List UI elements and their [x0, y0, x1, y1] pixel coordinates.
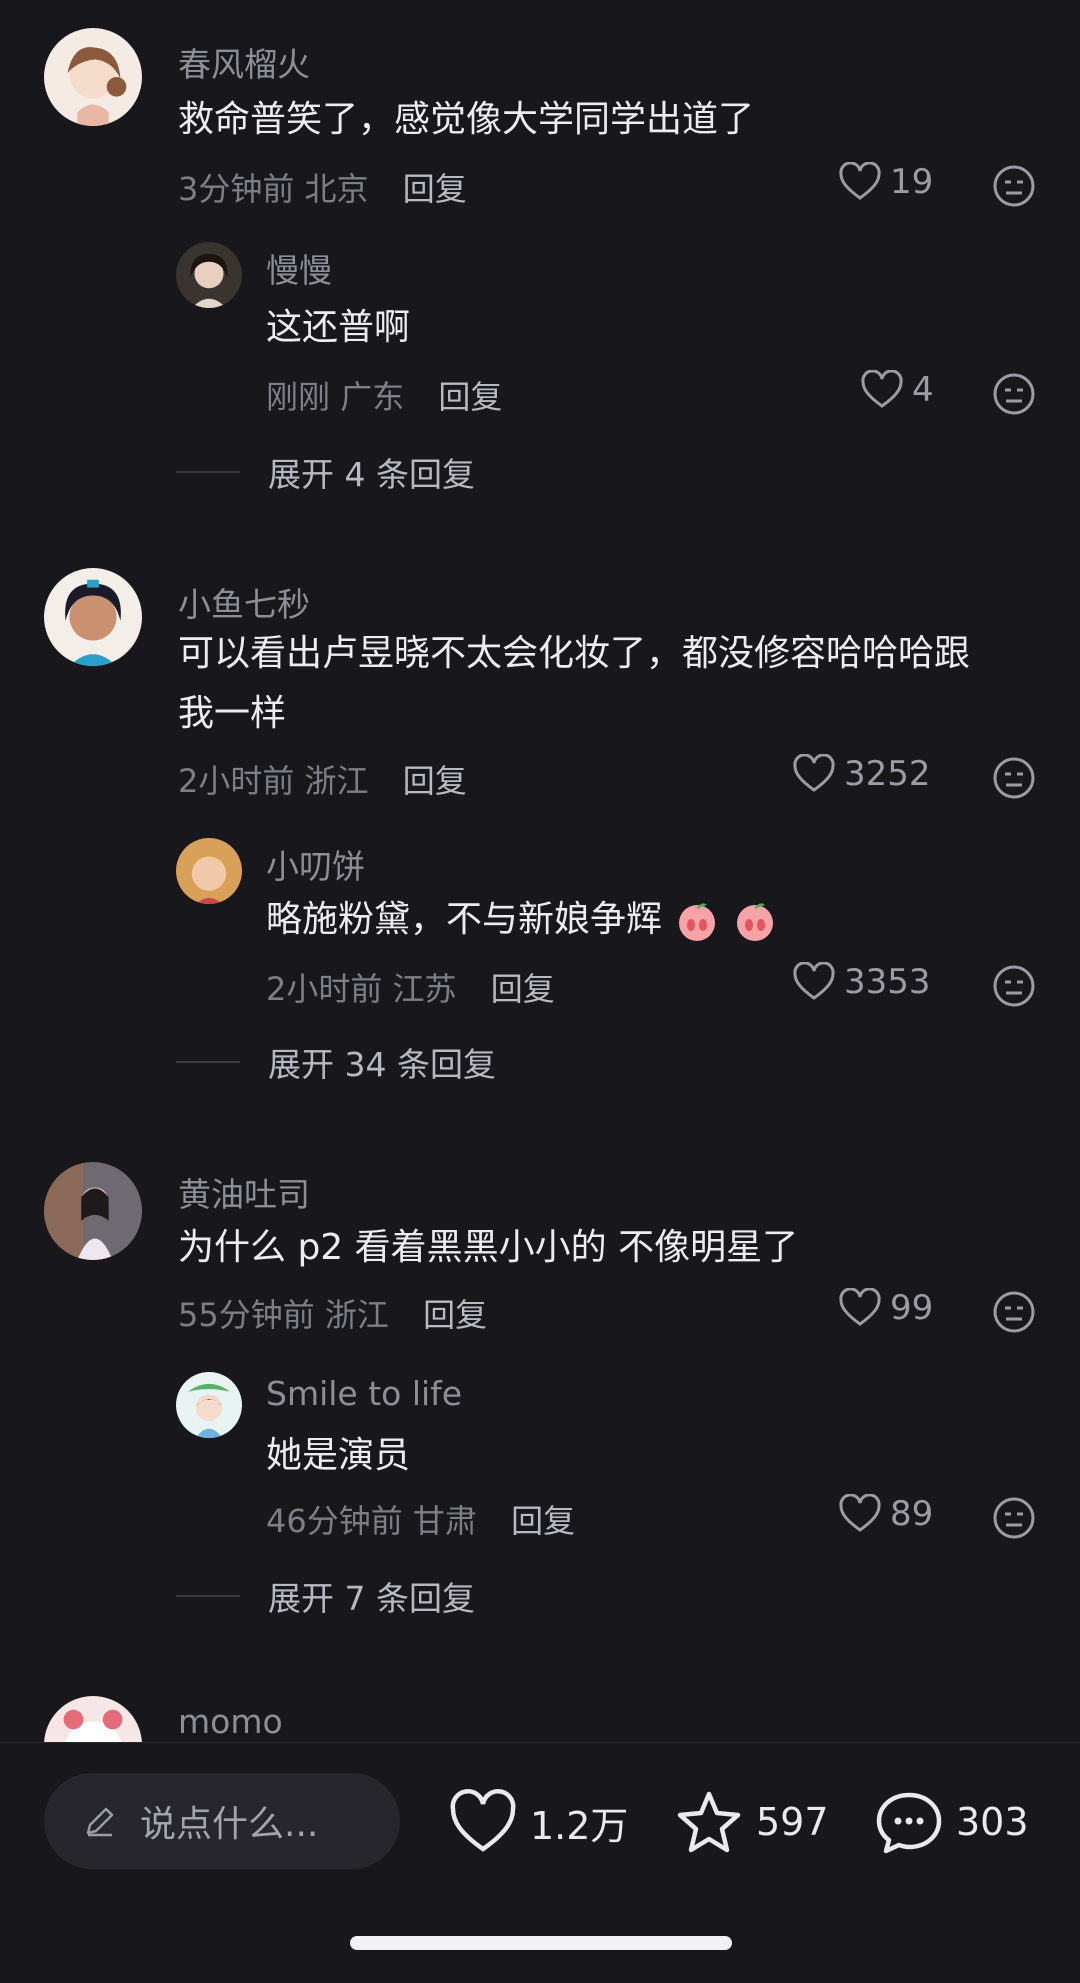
reply-button[interactable]: 回复 [511, 1502, 575, 1540]
reply-text: 这还普啊 [266, 307, 411, 348]
post-favorite-count: 597 [756, 1800, 829, 1844]
expand-replies-button[interactable]: 展开 4 条回复 [176, 448, 475, 496]
pencil-icon [86, 1807, 114, 1837]
reply-time: 2小时前 [266, 970, 383, 1008]
star-icon [677, 1791, 741, 1853]
like-button[interactable]: 19 [838, 162, 933, 202]
reply-text: 她是演员 [266, 1435, 411, 1476]
reply-meta: 46分钟前 甘肃 回复 [266, 1496, 575, 1542]
reply-author[interactable]: 小叨饼 [266, 840, 365, 888]
heart-icon [793, 962, 835, 1000]
like-count: 19 [890, 162, 934, 202]
like-count: 3252 [844, 754, 931, 794]
peach-emoji-icon [736, 903, 773, 941]
comment-feed[interactable]: 春风榴火 救命普笑了，感觉像大学同学出道了 3分钟前 北京 回复 19 慢慢 这… [0, 0, 1080, 1742]
like-post-button[interactable]: 1.2万 [448, 1789, 628, 1855]
reply-time: 刚刚 [266, 378, 331, 416]
expand-replies-label: 展开 34 条回复 [268, 1045, 496, 1084]
like-button[interactable]: 99 [838, 1288, 933, 1328]
emoji-reaction-icon[interactable] [992, 756, 1036, 800]
heart-icon [793, 754, 835, 792]
post-comment-count: 303 [956, 1800, 1029, 1844]
like-count: 89 [890, 1494, 934, 1534]
reply-button[interactable]: 回复 [423, 1296, 487, 1334]
expand-replies-button[interactable]: 展开 34 条回复 [176, 1038, 496, 1086]
comment-author[interactable]: 春风榴火 [178, 38, 310, 86]
comment-author[interactable]: 小鱼七秒 [178, 578, 310, 626]
peach-emoji-icon [679, 903, 716, 941]
emoji-reaction-icon[interactable] [992, 164, 1036, 208]
divider [176, 1595, 240, 1597]
reply-text: 略施粉黛，不与新娘争辉 [266, 890, 777, 950]
reply-meta: 刚刚 广东 回复 [266, 372, 502, 418]
emoji-reaction-icon[interactable] [992, 964, 1036, 1008]
heart-icon [450, 1789, 516, 1852]
reply-button[interactable]: 回复 [403, 762, 467, 800]
emoji-reaction-icon[interactable] [992, 1496, 1036, 1540]
comment-input-placeholder: 说点什么... [140, 1804, 319, 1845]
reply-location: 广东 [340, 378, 405, 416]
favorite-post-button[interactable]: 597 [674, 1789, 829, 1855]
like-count: 99 [890, 1288, 934, 1328]
comment-meta: 55分钟前 浙江 回复 [178, 1290, 487, 1336]
divider [176, 1061, 240, 1063]
avatar[interactable] [176, 242, 242, 308]
emoji-reaction-icon[interactable] [992, 1290, 1036, 1334]
avatar[interactable] [44, 568, 142, 666]
comment-input[interactable]: 说点什么... [44, 1773, 400, 1869]
like-button[interactable]: 3353 [792, 962, 931, 1002]
reply-author[interactable]: Smile to life [266, 1374, 462, 1413]
comment-text-line: 可以看出卢昱晓不太会化妆了，都没修容哈哈哈跟 [178, 633, 971, 674]
reply-text-content: 略施粉黛，不与新娘争辉 [266, 899, 663, 940]
heart-icon [861, 370, 903, 408]
like-button[interactable]: 3252 [792, 754, 931, 794]
like-count: 3353 [844, 962, 931, 1002]
comment-location: 浙江 [324, 1296, 389, 1334]
heart-icon [839, 1494, 881, 1532]
comment-text: 为什么 p2 看着黑黑小小的 不像明星了 [178, 1227, 799, 1268]
comment-location: 北京 [304, 170, 369, 208]
comment-bubble-icon [876, 1792, 942, 1854]
comment-time: 3分钟前 [178, 170, 295, 208]
like-button[interactable]: 89 [838, 1494, 933, 1534]
expand-replies-button[interactable]: 展开 7 条回复 [176, 1572, 475, 1620]
divider [176, 471, 240, 473]
comment-text: 救命普笑了，感觉像大学同学出道了 [178, 99, 755, 140]
expand-replies-label: 展开 4 条回复 [268, 455, 475, 494]
comment-time: 2小时前 [178, 762, 295, 800]
emoji-reaction-icon[interactable] [992, 372, 1036, 416]
like-button[interactable]: 4 [860, 370, 934, 410]
heart-icon [839, 1288, 881, 1326]
avatar[interactable] [44, 1162, 142, 1260]
reply-location: 江苏 [392, 970, 457, 1008]
like-count: 4 [912, 370, 934, 410]
comment-time: 55分钟前 [178, 1296, 315, 1334]
comment-location: 浙江 [304, 762, 369, 800]
avatar[interactable] [44, 1696, 142, 1742]
comment-meta: 3分钟前 北京 回复 [178, 164, 467, 210]
comment-author[interactable]: 黄油吐司 [178, 1168, 310, 1216]
reply-location: 甘肃 [412, 1502, 477, 1540]
reply-button[interactable]: 回复 [491, 970, 555, 1008]
reply-button[interactable]: 回复 [438, 378, 502, 416]
post-like-count: 1.2万 [530, 1803, 629, 1848]
expand-replies-label: 展开 7 条回复 [268, 1579, 475, 1618]
comment-meta: 2小时前 浙江 回复 [178, 756, 467, 802]
heart-icon [839, 162, 881, 200]
comment-text-line: 我一样 [178, 693, 287, 734]
reply-author[interactable]: 慢慢 [266, 244, 332, 292]
avatar[interactable] [176, 838, 242, 904]
comments-button[interactable]: 303 [874, 1789, 1029, 1855]
avatar[interactable] [176, 1372, 242, 1438]
comment-author[interactable]: momo [178, 1702, 283, 1741]
avatar[interactable] [44, 28, 142, 126]
reply-meta: 2小时前 江苏 回复 [266, 964, 555, 1010]
reply-button[interactable]: 回复 [403, 170, 467, 208]
reply-time: 46分钟前 [266, 1502, 403, 1540]
home-indicator[interactable] [350, 1936, 732, 1950]
